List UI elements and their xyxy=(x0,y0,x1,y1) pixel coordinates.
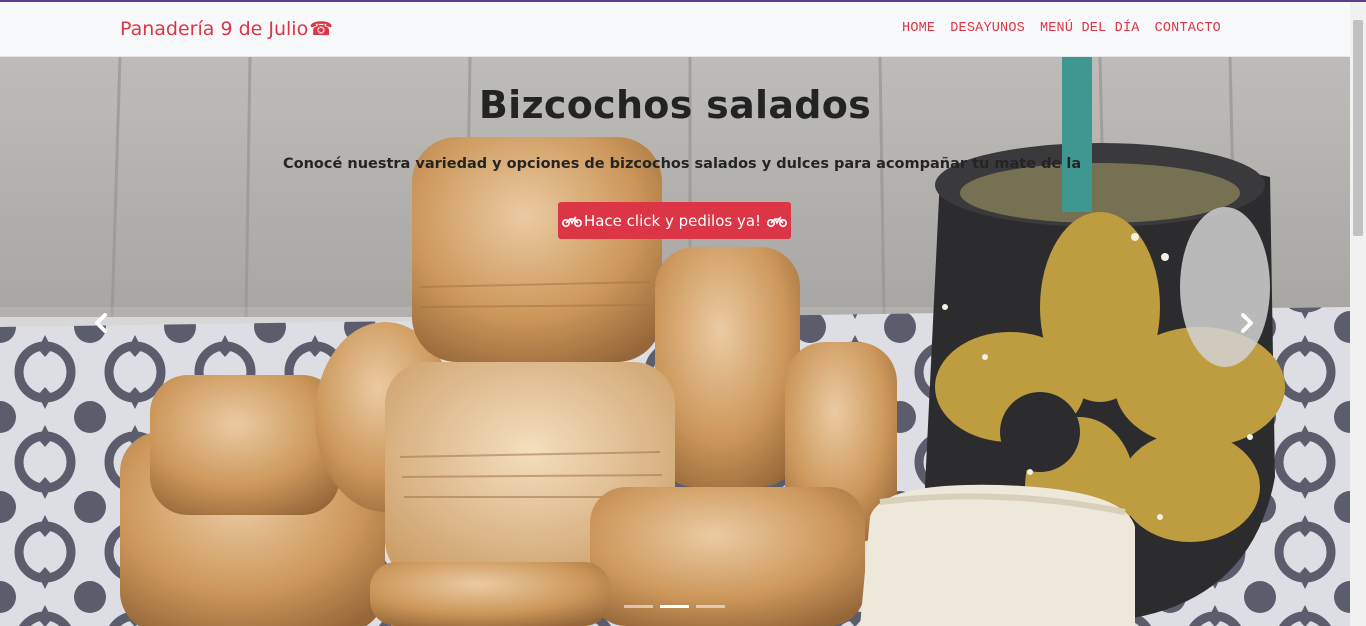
telephone-icon: ☎ xyxy=(309,17,333,40)
slide-indicator-2[interactable] xyxy=(660,605,689,608)
nav-menu: HOME DESAYUNOS MENÚ DEL DÍA CONTACTO xyxy=(902,21,1221,36)
nav-link-desayunos[interactable]: DESAYUNOS xyxy=(950,21,1025,36)
nav-link-menu-del-dia[interactable]: MENÚ DEL DÍA xyxy=(1040,21,1140,36)
carousel-next-button[interactable] xyxy=(1236,312,1258,334)
slide-photo xyxy=(0,57,1350,626)
order-now-label: Hace click y pedilos ya! xyxy=(583,211,762,230)
nav-link-contacto[interactable]: CONTACTO xyxy=(1155,21,1221,36)
chevron-left-icon xyxy=(95,313,107,333)
slide-description: Conocé nuestra variedad y opciones de bi… xyxy=(283,156,1083,172)
chevron-right-icon xyxy=(1241,313,1253,333)
order-now-button[interactable]: Hace click y pedilos ya! xyxy=(558,202,791,239)
motorcycle-icon xyxy=(561,215,582,227)
navbar: Panadería 9 de Julio ☎ HOME DESAYUNOS ME… xyxy=(0,2,1350,57)
carousel-indicators xyxy=(624,605,725,608)
brand-name: Panadería 9 de Julio xyxy=(120,18,309,40)
scrollbar-thumb[interactable] xyxy=(1353,20,1363,236)
page-scrollbar[interactable] xyxy=(1350,2,1366,626)
slide-title: Bizcochos salados xyxy=(478,83,872,127)
slide-indicator-1[interactable] xyxy=(624,605,653,608)
nav-link-home[interactable]: HOME xyxy=(902,21,935,36)
hero-carousel: Bizcochos salados Conocé nuestra varieda… xyxy=(0,57,1350,626)
brand-link[interactable]: Panadería 9 de Julio ☎ xyxy=(120,18,333,40)
motorcycle-icon xyxy=(767,215,788,227)
carousel-prev-button[interactable] xyxy=(90,312,112,334)
slide-indicator-3[interactable] xyxy=(696,605,725,608)
